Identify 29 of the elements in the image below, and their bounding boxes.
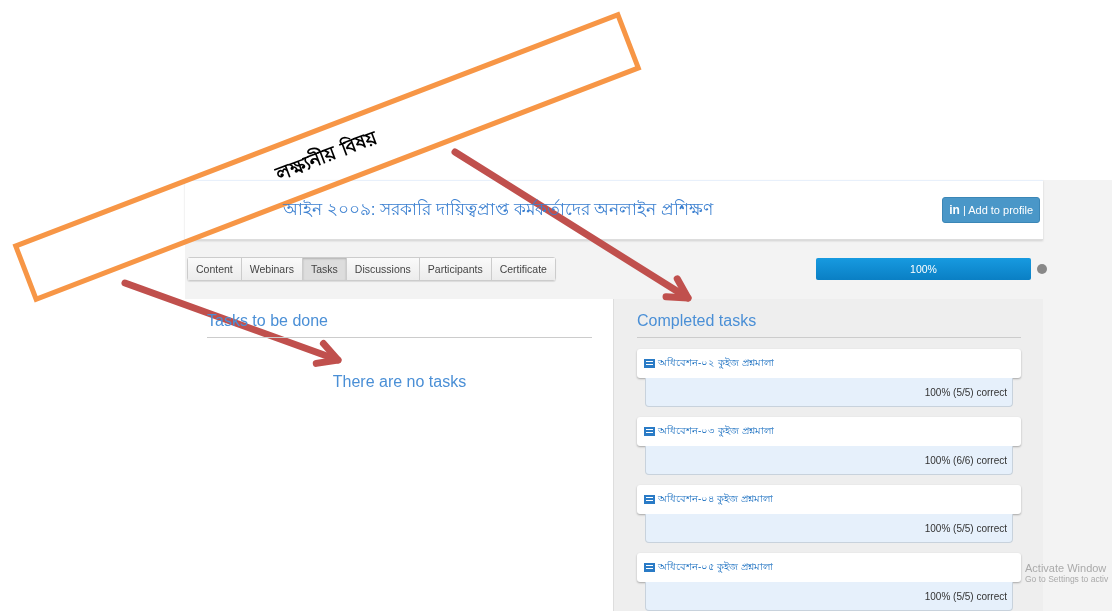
task-card-header[interactable]: অধিবেশন-০৪ কুইজ প্রশ্নমালা	[637, 485, 1021, 514]
task-card-header[interactable]: অধিবেশন-০৫ কুইজ প্রশ্নমালা	[637, 553, 1021, 582]
tab[interactable]: Webinars	[241, 258, 303, 280]
task-title: অধিবেশন-০৪ কুইজ প্রশ্নমালা	[658, 492, 773, 507]
tab[interactable]: Discussions	[346, 258, 420, 280]
annotation-label: লক্ষ্যনীয় বিষয়	[272, 124, 381, 187]
status-dot-icon	[1037, 264, 1047, 274]
watermark-title: Activate Window	[1025, 562, 1108, 574]
empty-message: There are no tasks	[331, 373, 468, 391]
task-card-header[interactable]: অধিবেশন-০৩ কুইজ প্রশ্নমালা	[637, 417, 1021, 446]
task-result: 100% (5/5) correct	[924, 590, 1007, 602]
tab[interactable]: Certificate	[491, 258, 555, 280]
task-title: অধিবেশন-০৫ কুইজ প্রশ্নমালা	[658, 560, 773, 575]
list-icon	[644, 359, 655, 368]
tab[interactable]: Content	[188, 258, 242, 280]
list-icon	[644, 495, 655, 504]
task-card-header[interactable]: অধিবেশন-০২ কুইজ প্রশ্নমালা	[637, 349, 1021, 378]
watermark-subtitle: Go to Settings to activ	[1025, 574, 1109, 584]
task-title: অধিবেশন-০২ কুইজ প্রশ্নমালা	[658, 356, 774, 371]
tab[interactable]: Tasks	[302, 258, 347, 280]
task-result: 100% (5/5) correct	[924, 522, 1007, 534]
task-result: 100% (6/6) correct	[924, 454, 1007, 466]
list-icon	[644, 427, 655, 436]
panel-heading: Completed tasks	[637, 312, 1021, 338]
tab[interactable]: Participants	[419, 258, 492, 280]
task-result: 100% (5/5) correct	[924, 386, 1007, 398]
list-icon	[644, 563, 655, 572]
progress-reading: 100%	[909, 262, 938, 277]
task-title: অধিবেশন-০৩ কুইজ প্রশ্নমালা	[658, 424, 774, 439]
